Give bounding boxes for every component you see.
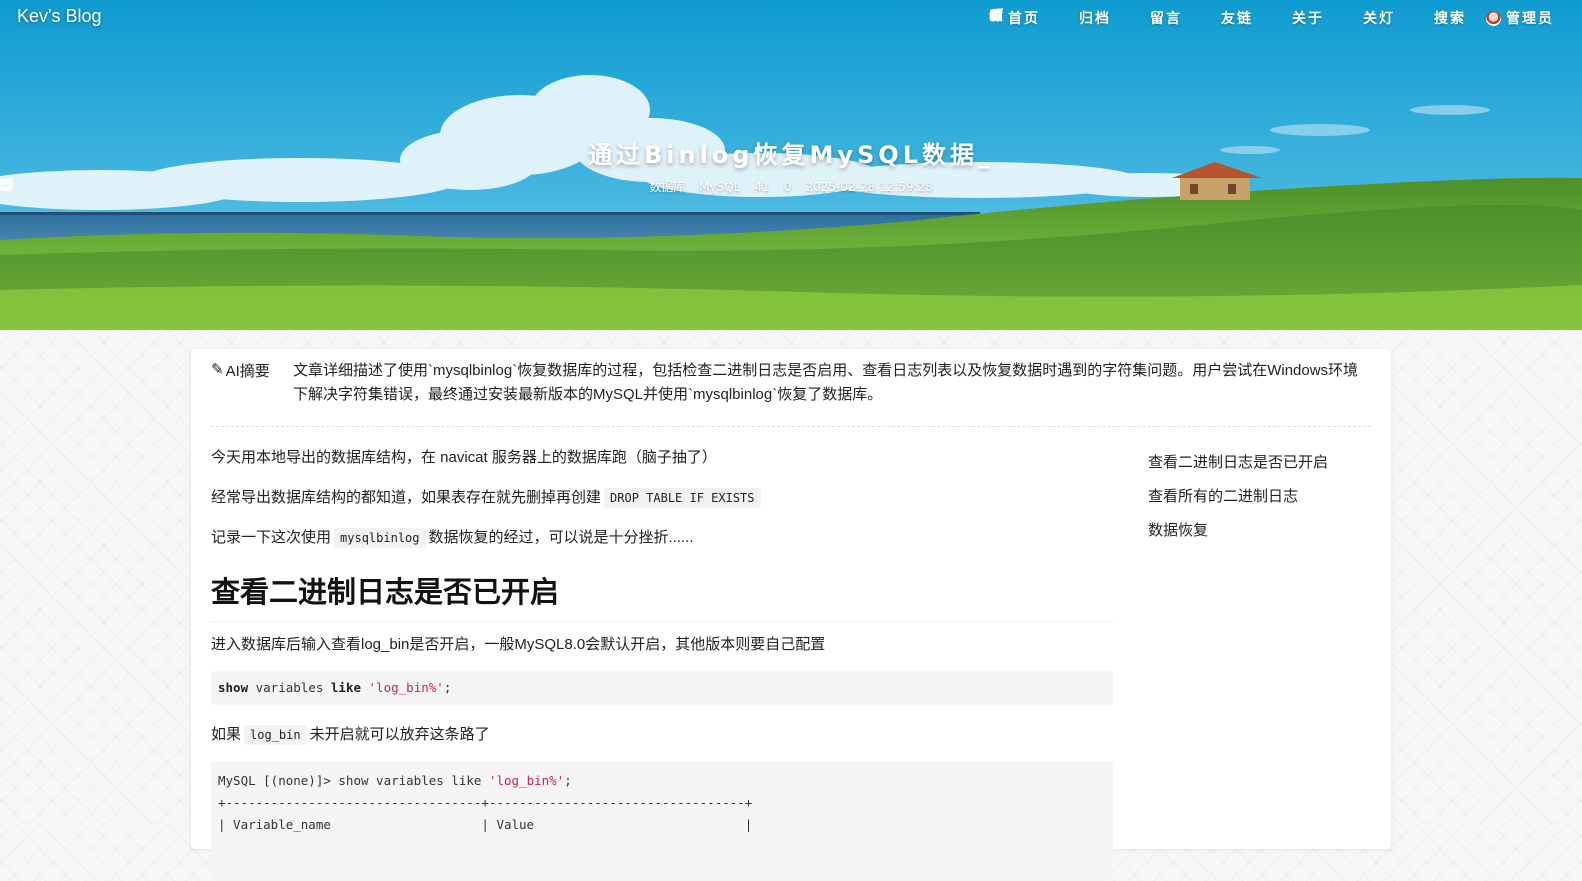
ai-summary: ✎ AI摘要 文章详细描述了使用`mysqlbinlog`恢复数据库的过程，包括… [211,359,1371,407]
code-block-1[interactable]: show variables like 'log_bin%'; [211,671,1113,705]
ai-summary-text: 文章详细描述了使用`mysqlbinlog`恢复数据库的过程，包括检查二进制日志… [293,362,1359,403]
code-block-2[interactable]: MySQL [(none)]> show variables like 'log… [211,761,1113,881]
nav-lights-off-label: 关灯 [1363,11,1395,27]
meta-tag[interactable]: MySQL [0,178,741,195]
main-nav: 首页 归档 留言 友链 关于 关灯 搜索 管理员 [989,8,1554,28]
nav-search-label: 搜索 [1434,11,1466,27]
ai-summary-label-wrap: ✎ AI摘要 [211,359,293,407]
table-of-contents: 查看二进制日志是否已开启 查看所有的二进制日志 数据恢复 [1148,451,1358,553]
section-heading: 查看二进制日志是否已开启 [211,569,1113,622]
archive-icon [990,9,1074,25]
paragraph-3-text-b: 数据恢复的经过，可以说是十分挫折...... [428,529,694,546]
code-keyword: like [330,680,362,695]
nav-about-label: 关于 [1292,11,1324,27]
nav-lights-off[interactable]: 关灯 [990,8,1395,28]
calendar-icon [0,179,13,191]
toc-item-2[interactable]: 查看所有的二进制日志 [1148,485,1358,506]
ai-summary-label: AI摘要 [225,363,270,380]
meta-views: 41 [2,178,770,195]
code-line-2: +----------------------------------+----… [218,795,753,810]
meta-comments[interactable]: 0 [0,178,792,195]
link-icon [989,8,1216,25]
paragraph-1: 今天用本地导出的数据库结构，在 navicat 服务器上的数据库跑（脑子抽了） [211,449,717,466]
paragraph-5-text-b: 未开启就可以放弃这条路了 [309,726,490,743]
meta-tag-text: MySQL [699,179,741,194]
moon-icon [990,8,1358,25]
paragraph-5: 如果 log_bin 未开启就可以放弃这条路了 [211,722,490,748]
inline-code-log-bin: log_bin [244,725,307,745]
toc-item-1[interactable]: 查看二进制日志是否已开启 [1148,451,1358,472]
paragraph-4: 进入数据库后输入查看log_bin是否开启，一般MySQL8.0会默认开启，其他… [211,636,826,653]
meta-views-count: 41 [754,179,770,194]
post-card: ✎ AI摘要 文章详细描述了使用`mysqlbinlog`恢复数据库的过程，包括… [191,349,1391,881]
code-string: 'log_bin%' [488,773,565,788]
hero-banner: Kev's Blog 首页 归档 留言 友链 关于 关灯 搜索 管理员 通过Bi… [0,0,1582,330]
robot-icon: ✎ [211,361,224,378]
avatar [1486,10,1501,26]
inline-code-mysqlbinlog: mysqlbinlog [334,528,426,548]
code-line-1: MySQL [(none)]> show variables like 'log… [218,773,572,788]
site-brand[interactable]: Kev's Blog [17,6,101,27]
paragraph-2: 经常导出数据库结构的都知道，如果表存在就先删掉再创建 DROP TABLE IF … [211,485,764,511]
paragraph-3-text-a: 记录一下这次使用 [211,529,332,546]
send-icon [989,8,1287,25]
summary-divider [211,426,1371,427]
post-meta: 数据库 MySQL 41 0 2025-02-28 12:59:28 [0,178,1582,195]
code-text: ; [564,773,572,788]
nav-home-label: 首页 [1008,11,1040,27]
paragraph-3: 记录一下这次使用 mysqlbinlog 数据恢复的经过，可以说是十分挫折.....… [211,525,694,551]
nav-message-label: 留言 [1150,11,1182,27]
nav-links-label: 友链 [1221,11,1253,27]
meta-comments-count: 0 [783,179,792,194]
paragraph-5-text-a: 如果 [211,726,242,743]
inline-code-drop-table: DROP TABLE IF EXISTS [604,488,761,508]
search-icon [989,8,1429,25]
nav-admin-label: 管理员 [1506,11,1554,27]
code-string: 'log_bin%' [368,680,444,695]
code-keyword: show [218,680,249,695]
nav-archive-label: 归档 [1079,11,1111,27]
meta-date-text: 2025-02-28 12:59:28 [805,179,933,194]
message-icon [990,10,1145,25]
nav-search[interactable]: 搜索 [989,8,1466,28]
post-title: 通过Binlog恢复MySQL数据_ [587,141,994,169]
meta-category-text: 数据库 [649,180,686,194]
toc-item-3[interactable]: 数据恢复 [1148,519,1358,540]
nav-message[interactable]: 留言 [990,8,1182,28]
meta-date: 2025-02-28 12:59:28 [0,178,933,195]
nav-admin[interactable]: 管理员 [1486,8,1554,28]
code-text: ; [443,680,452,695]
code-text: variables [248,680,331,695]
paragraph-2-text: 经常导出数据库结构的都知道，如果表存在就先删掉再创建 [211,489,602,506]
meta-category[interactable]: 数据库 [0,178,686,195]
nav-archive[interactable]: 归档 [990,8,1111,28]
nav-links[interactable]: 友链 [989,8,1253,28]
nav-about[interactable]: 关于 [989,8,1324,28]
code-text: MySQL [(none)]> show variables like [218,773,489,788]
